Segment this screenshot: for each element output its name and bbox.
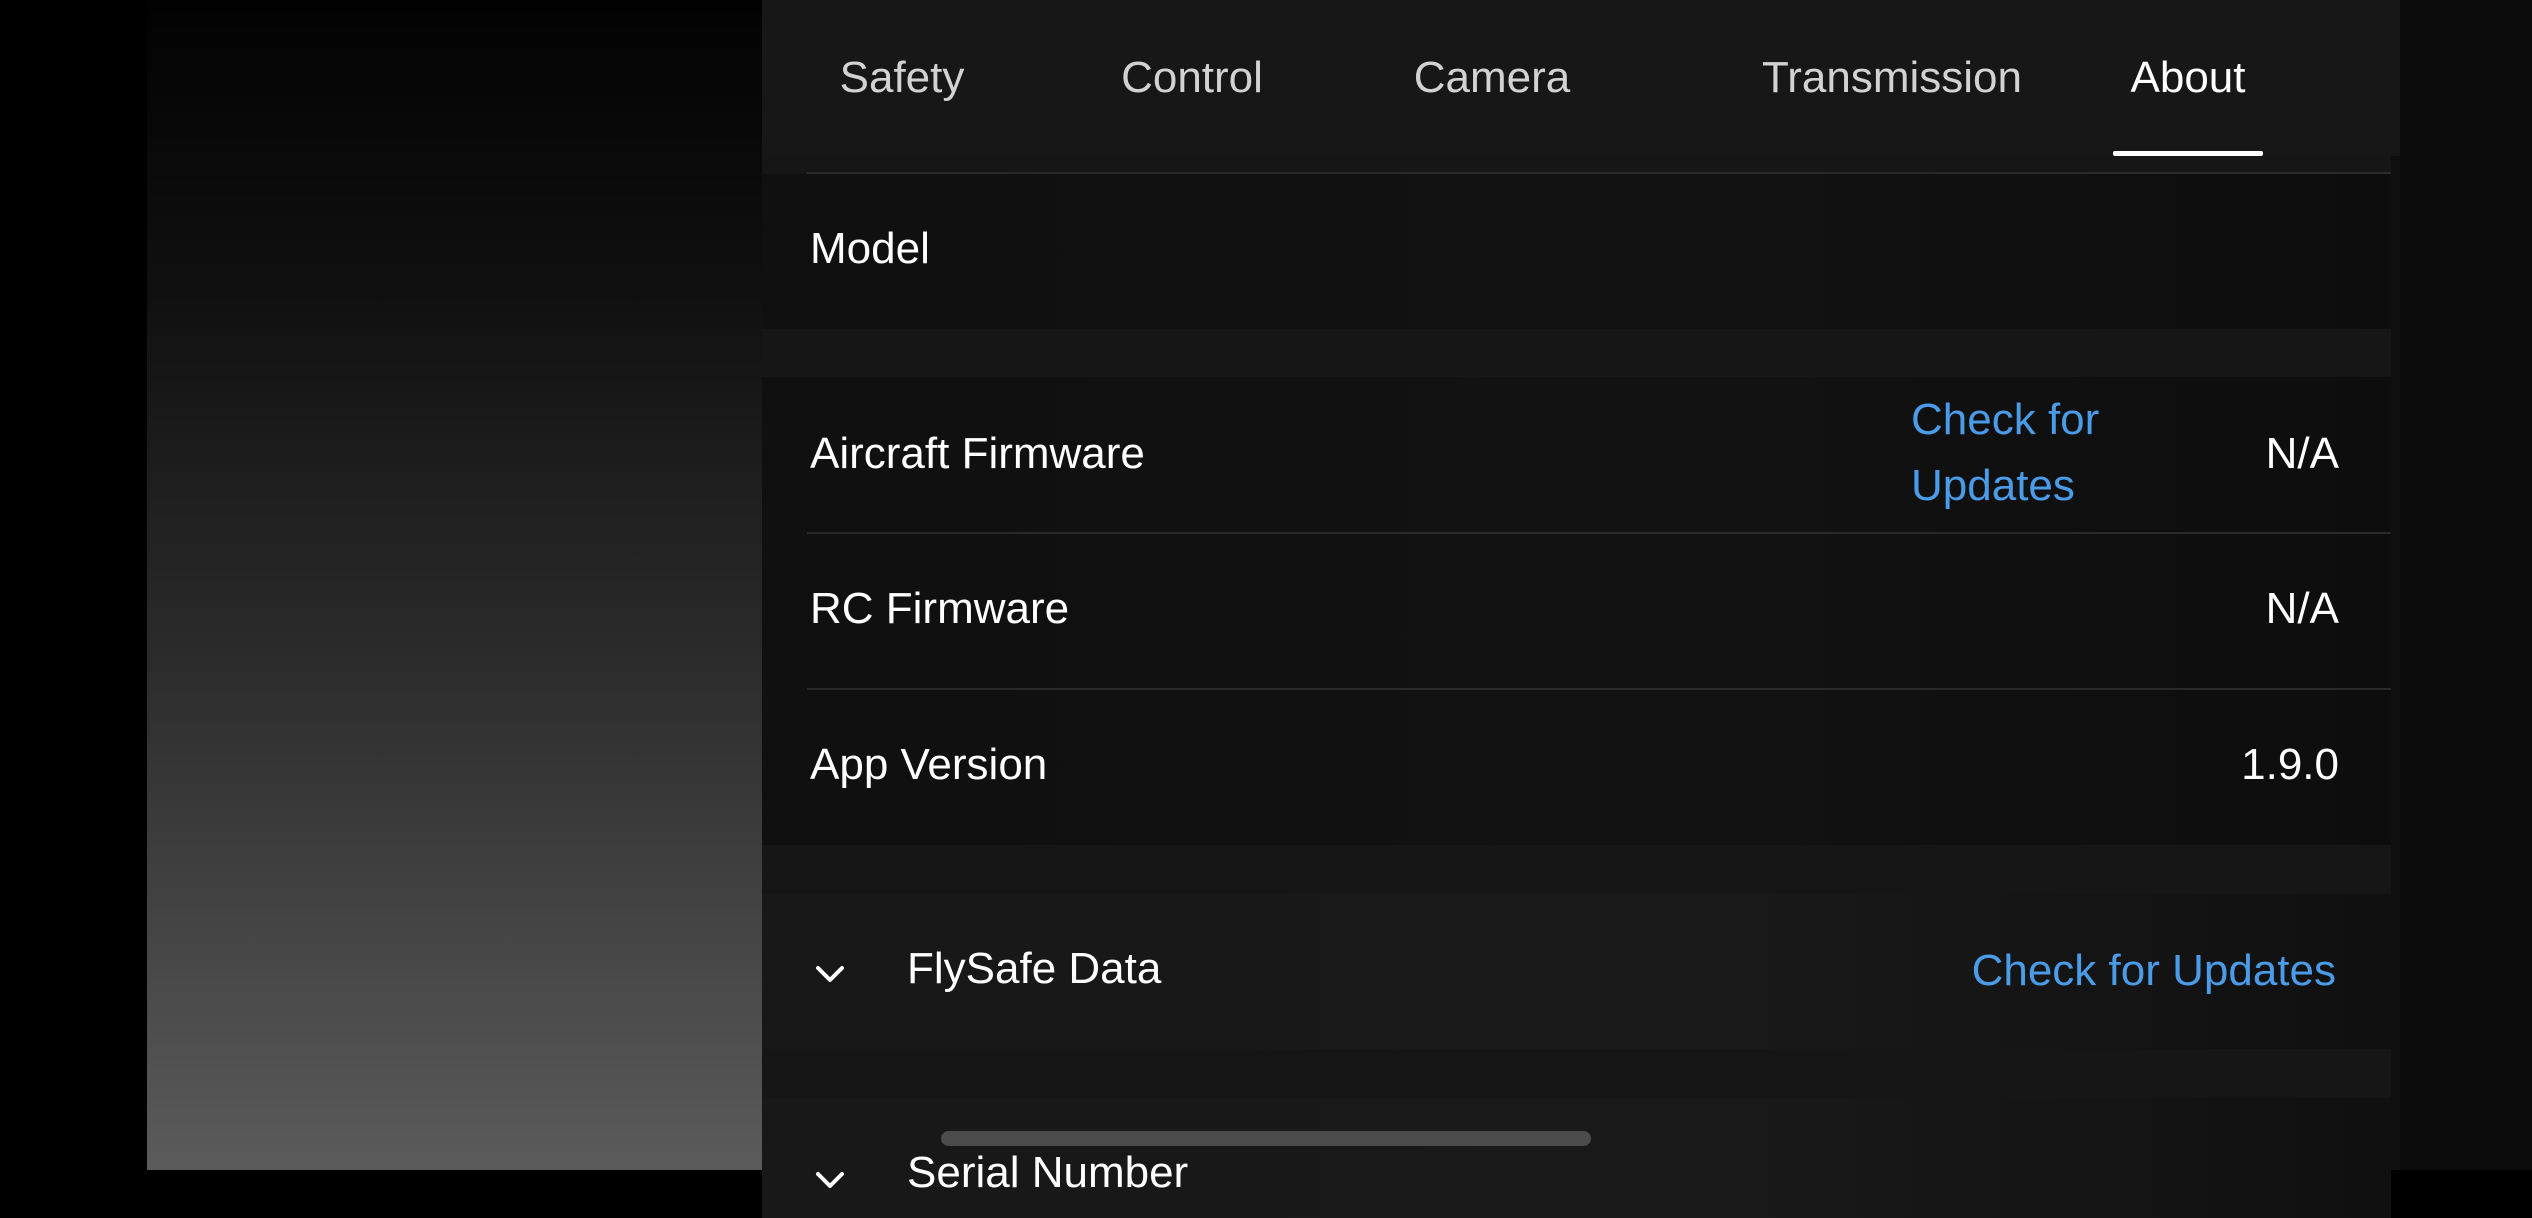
- right-letterbox: [2400, 0, 2532, 1170]
- check-updates-line-1: Check for: [1911, 395, 2100, 444]
- model-card: Model: [762, 174, 2391, 329]
- chevron-down-icon[interactable]: [812, 962, 848, 986]
- aircraft-firmware-value: N/A: [2265, 429, 2339, 478]
- tab-transmission[interactable]: Transmission: [1742, 48, 2042, 108]
- app-version-label: App Version: [810, 740, 1048, 789]
- app-version-row: App Version 1.9.0: [762, 690, 2391, 845]
- firmware-card: Aircraft Firmware Check for Updates N/A …: [762, 377, 2391, 845]
- rc-firmware-value: N/A: [2265, 584, 2339, 633]
- about-content[interactable]: Model Aircraft Firmware Check for Update…: [762, 156, 2391, 1218]
- aircraft-firmware-check-updates-link[interactable]: Check for Updates: [1911, 387, 2099, 519]
- flysafe-label: FlySafe Data: [907, 944, 1162, 993]
- check-updates-line-2: Updates: [1911, 461, 2075, 510]
- aircraft-firmware-label: Aircraft Firmware: [810, 429, 1145, 478]
- model-label: Model: [810, 224, 930, 273]
- app-version-value: 1.9.0: [2241, 740, 2339, 789]
- serial-number-label: Serial Number: [907, 1148, 1189, 1197]
- rc-firmware-row: RC Firmware N/A: [762, 534, 2391, 689]
- background-preview-panel: [147, 0, 762, 1170]
- settings-tab-bar: Safety Control Camera Transmission About: [762, 0, 2400, 156]
- rc-firmware-label: RC Firmware: [810, 584, 1070, 633]
- left-letterbox: [0, 0, 147, 1170]
- tab-camera[interactable]: Camera: [1392, 48, 1592, 108]
- home-indicator[interactable]: [941, 1131, 1591, 1146]
- tab-about[interactable]: About: [2088, 48, 2288, 108]
- flysafe-card[interactable]: FlySafe Data Check for Updates: [762, 894, 2391, 1049]
- settings-panel: Safety Control Camera Transmission About…: [762, 0, 2400, 1218]
- flysafe-check-updates-link[interactable]: Check for Updates: [1972, 938, 2336, 1004]
- chevron-down-icon[interactable]: [812, 1168, 848, 1192]
- serial-number-card[interactable]: Serial Number: [762, 1098, 2391, 1218]
- aircraft-firmware-row: Aircraft Firmware Check for Updates N/A: [762, 377, 2391, 532]
- tab-safety[interactable]: Safety: [802, 48, 1002, 108]
- tab-control[interactable]: Control: [1092, 48, 1292, 108]
